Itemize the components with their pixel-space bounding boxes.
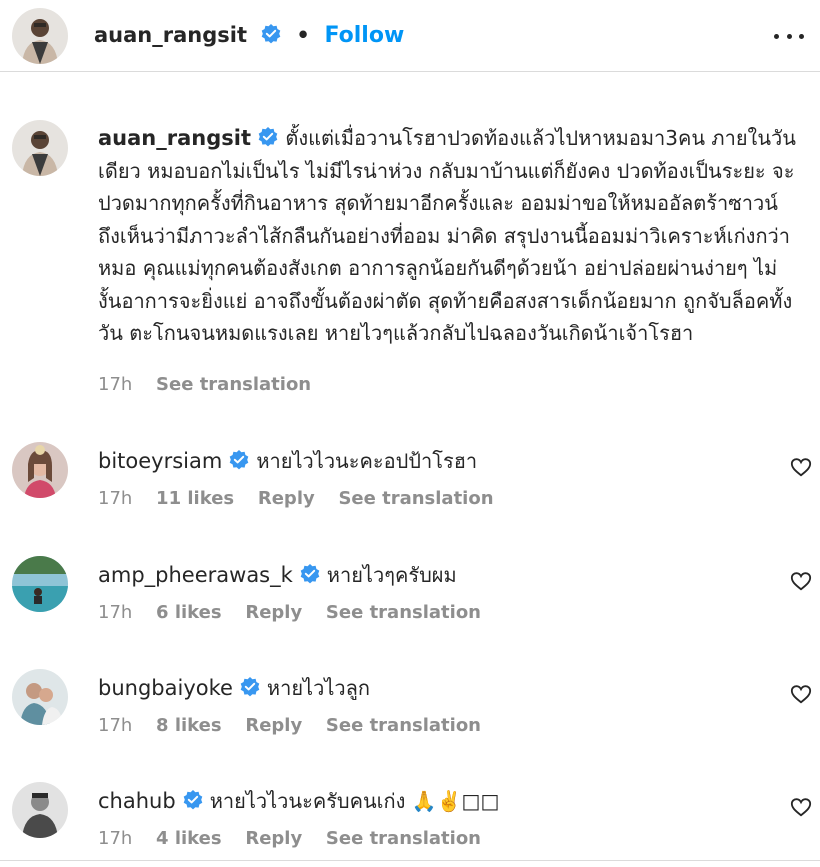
heart-icon[interactable]	[790, 796, 812, 818]
comment-text: หายไวๆครับผม	[326, 563, 457, 587]
caption-body: ตั้งแต่เมื่อวานโรฮาปวดท้องแล้วไปหาหมอมา3…	[98, 126, 796, 345]
see-translation-link[interactable]: See translation	[338, 488, 493, 509]
verified-badge-icon	[260, 23, 282, 45]
caption-username[interactable]: auan_rangsit	[98, 126, 251, 150]
comment-username[interactable]: amp_pheerawas_k	[98, 563, 293, 587]
likes-count[interactable]: 11 likes	[156, 488, 234, 509]
likes-count[interactable]: 4 likes	[156, 828, 222, 849]
comment-time: 17h	[98, 602, 133, 623]
comment-item: bungbaiyoke หายไวไวลูก 17h 8 likes Reply …	[0, 669, 820, 779]
verified-badge-icon	[228, 449, 250, 471]
comment-meta: 17h 8 likes Reply See translation	[98, 715, 499, 736]
header-name-row: auan_rangsit • Follow	[94, 20, 404, 51]
comment-text: หายไวไวนะครับคนเก่ง 🙏✌️□□	[209, 789, 500, 813]
follow-button[interactable]: Follow	[325, 23, 405, 48]
see-translation-link[interactable]: See translation	[326, 602, 481, 623]
comment-item: bitoeyrsiam หายไวไวนะคะอปป้าโรฮา 17h 11 l…	[0, 442, 820, 552]
comment-username[interactable]: chahub	[98, 789, 176, 813]
heart-icon[interactable]	[790, 456, 812, 478]
avatar[interactable]	[12, 782, 68, 838]
comment-meta: 17h 11 likes Reply See translation	[98, 488, 512, 509]
avatar[interactable]	[12, 669, 68, 725]
caption-time: 17h	[98, 374, 133, 395]
caption-meta: 17h See translation	[98, 374, 329, 395]
comment-text: หายไวไวลูก	[266, 676, 370, 700]
reply-button[interactable]: Reply	[245, 715, 302, 736]
separator-dot: •	[296, 23, 310, 47]
avatar[interactable]	[12, 442, 68, 498]
comment-line: bungbaiyoke หายไวไวลูก	[98, 673, 370, 703]
more-options-icon[interactable]	[774, 22, 804, 50]
likes-count[interactable]: 8 likes	[156, 715, 222, 736]
comment-line: amp_pheerawas_k หายไวๆครับผม	[98, 560, 457, 590]
post-header: auan_rangsit • Follow	[0, 0, 820, 72]
avatar[interactable]	[12, 556, 68, 612]
see-translation-link[interactable]: See translation	[156, 374, 311, 395]
verified-badge-icon	[239, 676, 261, 698]
verified-badge-icon	[182, 789, 204, 811]
comment-time: 17h	[98, 488, 133, 509]
see-translation-link[interactable]: See translation	[326, 715, 481, 736]
comment-time: 17h	[98, 715, 133, 736]
comment-line: chahub หายไวไวนะครับคนเก่ง 🙏✌️□□	[98, 786, 499, 816]
comment-text: หายไวไวนะคะอปป้าโรฮา	[256, 449, 478, 473]
comment-meta: 17h 4 likes Reply See translation	[98, 828, 499, 849]
comment-meta: 17h 6 likes Reply See translation	[98, 602, 499, 623]
comment-time: 17h	[98, 828, 133, 849]
comment-line: bitoeyrsiam หายไวไวนะคะอปป้าโรฮา	[98, 446, 477, 476]
likes-count[interactable]: 6 likes	[156, 602, 222, 623]
avatar[interactable]	[12, 8, 68, 64]
caption-text: auan_rangsit ตั้งแต่เมื่อวานโรฮาปวดท้องแ…	[98, 122, 798, 350]
comment-username[interactable]: bungbaiyoke	[98, 676, 233, 700]
comment-username[interactable]: bitoeyrsiam	[98, 449, 222, 473]
see-translation-link[interactable]: See translation	[326, 828, 481, 849]
comment-item: amp_pheerawas_k หายไวๆครับผม 17h 6 likes …	[0, 556, 820, 666]
reply-button[interactable]: Reply	[245, 602, 302, 623]
comment-item: chahub หายไวไวนะครับคนเก่ง 🙏✌️□□ 17h 4 li…	[0, 782, 820, 867]
avatar[interactable]	[12, 120, 68, 176]
header-username[interactable]: auan_rangsit	[94, 23, 247, 47]
heart-icon[interactable]	[790, 570, 812, 592]
heart-icon[interactable]	[790, 683, 812, 705]
divider	[0, 860, 820, 861]
reply-button[interactable]: Reply	[245, 828, 302, 849]
verified-badge-icon	[257, 125, 279, 147]
verified-badge-icon	[299, 563, 321, 585]
reply-button[interactable]: Reply	[258, 488, 315, 509]
